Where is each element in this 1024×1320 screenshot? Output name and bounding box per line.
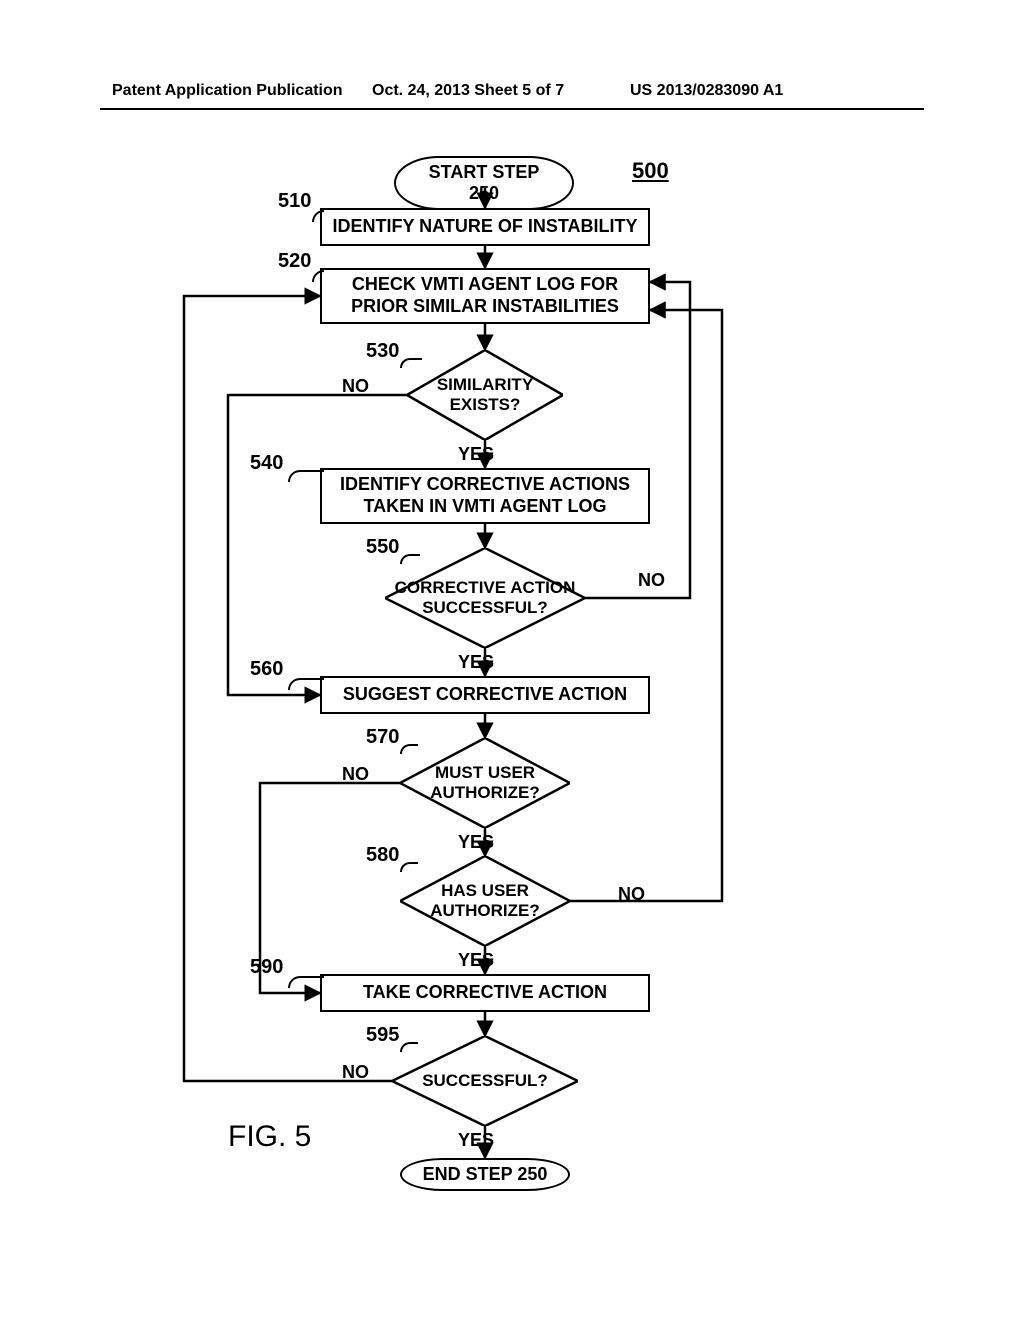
refline-520 [312,270,324,282]
label-580-no: NO [618,884,645,905]
header-rule [100,108,924,110]
ref-540: 540 [250,452,283,475]
label-550-no: NO [638,570,665,591]
ref-595: 595 [366,1024,399,1047]
ref-520: 520 [278,250,311,273]
diagram-number: 500 [632,158,669,184]
refline-590 [288,976,324,988]
decision-595: SUCCESSFUL? [392,1036,578,1126]
ref-570: 570 [366,726,399,749]
refline-550 [400,554,420,564]
process-510: IDENTIFY NATURE OF INSTABILITY [320,208,650,246]
process-540: IDENTIFY CORRECTIVE ACTIONS TAKEN IN VMT… [320,468,650,524]
ref-590: 590 [250,956,283,979]
ref-510: 510 [278,190,311,213]
decision-570: MUST USER AUTHORIZE? [400,738,570,828]
refline-510 [312,210,324,222]
label-530-no: NO [342,376,369,397]
label-595-yes: YES [458,1130,494,1151]
ref-580: 580 [366,844,399,867]
page: Patent Application Publication Oct. 24, … [0,0,1024,1320]
label-570-no: NO [342,764,369,785]
ref-550: 550 [366,536,399,559]
label-530-yes: YES [458,444,494,465]
refline-530 [400,358,422,368]
flowchart: 500 START STEP 250 IDENTIFY NATURE OF IN… [120,150,904,1230]
refline-560 [288,678,324,690]
end-terminator: END STEP 250 [400,1158,570,1191]
ref-530: 530 [366,340,399,363]
label-570-yes: YES [458,832,494,853]
start-terminator: START STEP 250 [394,156,574,210]
refline-570 [400,744,418,754]
label-595-no: NO [342,1062,369,1083]
refline-540 [288,470,324,482]
label-550-yes: YES [458,652,494,673]
header-right: US 2013/0283090 A1 [630,82,783,100]
process-560: SUGGEST CORRECTIVE ACTION [320,676,650,714]
header-left: Patent Application Publication [112,82,343,100]
process-590: TAKE CORRECTIVE ACTION [320,974,650,1012]
process-520: CHECK VMTI AGENT LOG FOR PRIOR SIMILAR I… [320,268,650,324]
label-580-yes: YES [458,950,494,971]
ref-560: 560 [250,658,283,681]
refline-595 [400,1042,418,1052]
header-center: Oct. 24, 2013 Sheet 5 of 7 [372,82,564,100]
decision-580: HAS USER AUTHORIZE? [400,856,570,946]
figure-label: FIG. 5 [228,1120,311,1154]
refline-580 [400,862,418,872]
decision-530: SIMILARITY EXISTS? [407,350,563,440]
